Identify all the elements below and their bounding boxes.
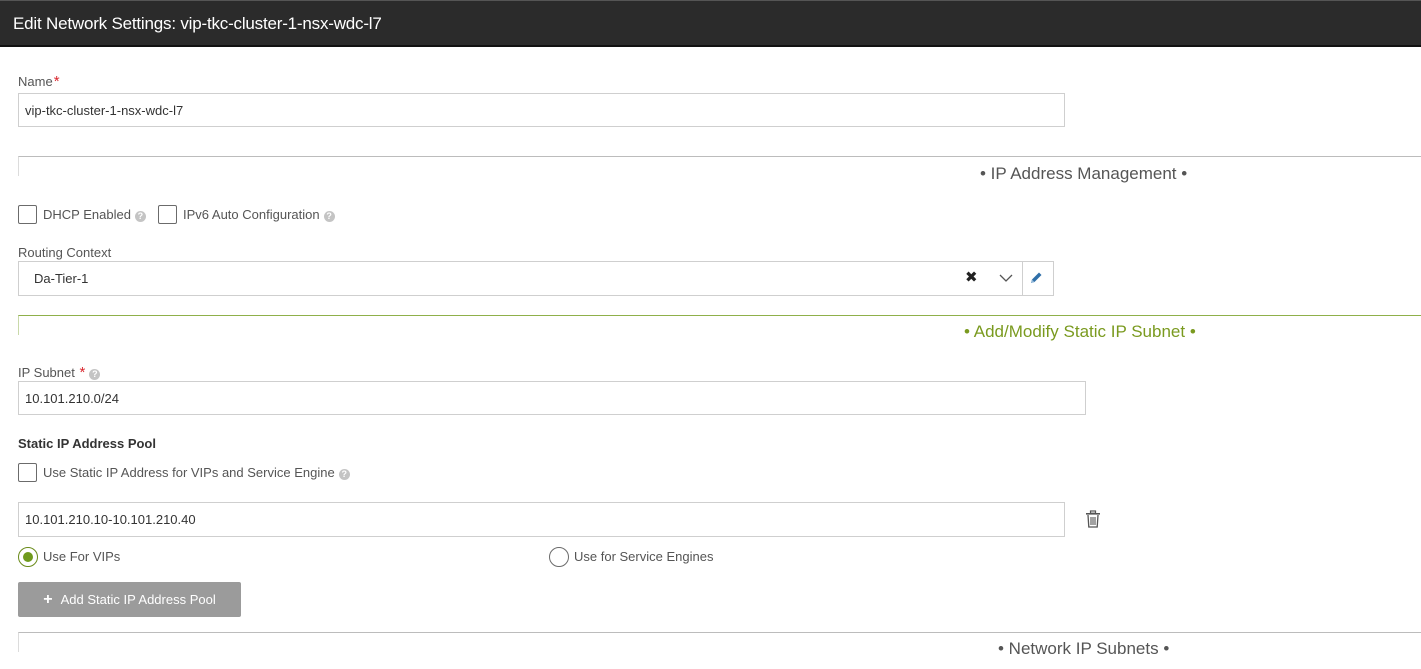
use-static-ip-checkbox[interactable] bbox=[18, 463, 37, 482]
ip-management-divider bbox=[18, 156, 1421, 176]
ip-subnet-label: IP Subnet *? bbox=[18, 364, 101, 381]
network-subnets-divider bbox=[18, 632, 1421, 652]
help-icon[interactable]: ? bbox=[323, 211, 335, 222]
dhcp-enabled-text: DHCP Enabled bbox=[43, 207, 131, 222]
add-static-ip-pool-label: Add Static IP Address Pool bbox=[60, 592, 216, 607]
chevron-down-icon[interactable] bbox=[997, 271, 1015, 285]
required-marker: * bbox=[79, 364, 86, 381]
add-static-ip-pool-button[interactable]: + Add Static IP Address Pool bbox=[18, 582, 241, 617]
static-subnet-divider bbox=[18, 315, 1421, 335]
ipv6-auto-config-text: IPv6 Auto Configuration bbox=[183, 207, 320, 222]
help-icon[interactable]: ? bbox=[134, 211, 146, 222]
ipv6-auto-config-checkbox[interactable] bbox=[158, 205, 177, 224]
edit-network-settings-dialog: Edit Network Settings: vip-tkc-cluster-1… bbox=[0, 0, 1421, 669]
select-separator bbox=[1022, 262, 1023, 295]
help-icon[interactable]: ? bbox=[338, 469, 350, 480]
use-static-ip-text: Use Static IP Address for VIPs and Servi… bbox=[43, 465, 335, 480]
name-label: Name* bbox=[18, 73, 60, 90]
pencil-icon[interactable] bbox=[1028, 270, 1044, 286]
pool-range-input[interactable]: 10.101.210.10-10.101.210.40 bbox=[18, 502, 1065, 537]
help-icon[interactable]: ? bbox=[89, 369, 101, 380]
use-for-vips-label: Use For VIPs bbox=[43, 549, 121, 564]
static-subnet-section-title: • Add/Modify Static IP Subnet • bbox=[964, 322, 1196, 341]
trash-icon[interactable] bbox=[1085, 510, 1101, 528]
routing-context-label: Routing Context bbox=[18, 245, 112, 260]
dialog-title: Edit Network Settings: vip-tkc-cluster-1… bbox=[13, 14, 382, 33]
name-label-text: Name bbox=[18, 74, 53, 89]
name-input-value: vip-tkc-cluster-1-nsx-wdc-l7 bbox=[25, 102, 184, 118]
required-marker: * bbox=[53, 73, 60, 90]
close-icon[interactable]: ✖ bbox=[965, 268, 978, 286]
pool-range-input-value: 10.101.210.10-10.101.210.40 bbox=[25, 512, 196, 527]
dhcp-enabled-label: DHCP Enabled? bbox=[43, 207, 146, 222]
ip-subnet-input[interactable]: 10.101.210.0/24 bbox=[18, 381, 1086, 415]
use-for-vips-radio[interactable] bbox=[18, 547, 38, 567]
ip-subnet-label-text: IP Subnet bbox=[18, 365, 75, 380]
static-pool-heading: Static IP Address Pool bbox=[18, 436, 156, 451]
dhcp-enabled-checkbox[interactable] bbox=[18, 205, 37, 224]
dialog-header: Edit Network Settings: vip-tkc-cluster-1… bbox=[0, 0, 1421, 47]
ip-management-section-title: • IP Address Management • bbox=[980, 164, 1188, 183]
use-static-ip-label: Use Static IP Address for VIPs and Servi… bbox=[43, 465, 350, 480]
routing-context-select[interactable]: Da-Tier-1 ✖ bbox=[18, 261, 1054, 296]
use-for-service-engines-radio[interactable] bbox=[549, 547, 569, 567]
ipv6-auto-config-label: IPv6 Auto Configuration? bbox=[183, 207, 335, 222]
plus-icon: + bbox=[43, 591, 53, 608]
use-for-service-engines-label: Use for Service Engines bbox=[574, 549, 714, 564]
name-input[interactable]: vip-tkc-cluster-1-nsx-wdc-l7 bbox=[18, 93, 1065, 127]
network-subnets-section-title: • Network IP Subnets • bbox=[998, 639, 1170, 658]
routing-context-value: Da-Tier-1 bbox=[34, 271, 89, 286]
ip-subnet-input-value: 10.101.210.0/24 bbox=[25, 390, 119, 406]
